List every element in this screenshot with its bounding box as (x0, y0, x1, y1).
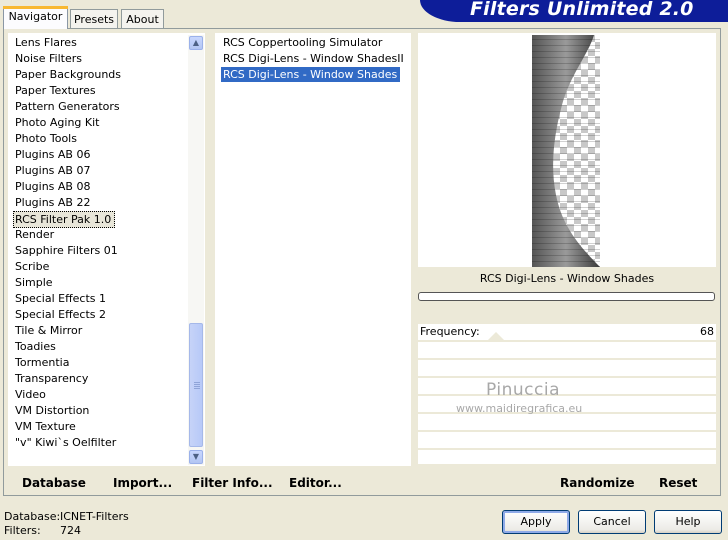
category-item[interactable]: Plugins AB 08 (15, 179, 90, 194)
tab-presets-label: Presets (73, 13, 115, 26)
param-row-frequency[interactable]: Frequency: 68 (418, 324, 716, 342)
grip-line (194, 382, 200, 383)
param-row-empty (418, 414, 716, 432)
help-button[interactable]: Help (654, 510, 722, 534)
watermark-name: Pinuccia (486, 380, 560, 400)
scroll-down-button[interactable]: ▼ (189, 450, 203, 464)
param-label: Frequency: (420, 325, 480, 338)
param-row-empty (418, 450, 716, 466)
filter-list[interactable] (215, 33, 411, 466)
apply-button[interactable]: Apply (502, 510, 570, 534)
category-item[interactable]: Tile & Mirror (15, 323, 82, 338)
category-item[interactable]: Special Effects 2 (15, 307, 106, 322)
randomize-button[interactable]: Randomize (560, 475, 634, 491)
progress-bar (418, 292, 715, 301)
category-item[interactable]: Lens Flares (15, 35, 77, 50)
category-item[interactable]: Noise Filters (15, 51, 82, 66)
chevron-up-icon: ▲ (192, 38, 200, 47)
category-item[interactable]: Photo Aging Kit (15, 115, 99, 130)
watermark-url: www.maidiregrafica.eu (456, 402, 583, 415)
category-item[interactable]: Plugins AB 07 (15, 163, 90, 178)
category-item[interactable]: Simple (15, 275, 53, 290)
category-item[interactable]: Photo Tools (15, 131, 77, 146)
category-item[interactable]: RCS Filter Pak 1.0 (13, 211, 116, 228)
tab-about-label: About (126, 13, 159, 26)
scroll-up-button[interactable]: ▲ (189, 36, 203, 50)
category-item[interactable]: Tormentia (15, 355, 69, 370)
filter-item[interactable]: RCS Digi-Lens - Window Shades (221, 67, 401, 82)
status-database-label: Database: (4, 510, 61, 523)
grip-line (194, 386, 200, 387)
param-row-empty (418, 432, 716, 450)
category-item[interactable]: Plugins AB 22 (15, 195, 90, 210)
preview-image-graphic (532, 35, 600, 267)
cancel-button[interactable]: Cancel (578, 510, 646, 534)
category-item[interactable]: Special Effects 1 (15, 291, 106, 306)
slider-thumb[interactable] (488, 332, 504, 340)
grip-line (194, 384, 200, 385)
category-item[interactable]: Scribe (15, 259, 49, 274)
reset-button[interactable]: Reset (659, 475, 697, 491)
category-item[interactable]: Pattern Generators (15, 99, 120, 114)
preview-filter-name: RCS Digi-Lens - Window Shades (479, 272, 655, 285)
category-item[interactable]: Toadies (15, 339, 56, 354)
tab-about[interactable]: About (121, 9, 164, 28)
status-database-value: ICNET-Filters (60, 510, 129, 523)
category-item[interactable]: Sapphire Filters 01 (15, 243, 118, 258)
filter-item[interactable]: RCS Coppertooling Simulator (221, 35, 385, 50)
import-button[interactable]: Import... (113, 475, 172, 491)
category-item[interactable]: "v" Kiwi`s Oelfilter (15, 435, 116, 450)
category-item[interactable]: VM Distortion (15, 403, 89, 418)
app-title: Filters Unlimited 2.0 (470, 0, 694, 20)
status-filters-label: Filters: (4, 524, 41, 537)
tab-navigator[interactable]: Navigator (3, 6, 68, 29)
chevron-down-icon: ▼ (192, 452, 200, 461)
category-item[interactable]: Paper Textures (15, 83, 96, 98)
filter-info-button[interactable]: Filter Info... (192, 475, 273, 491)
filter-item[interactable]: RCS Digi-Lens - Window ShadesII (221, 51, 407, 66)
scroll-thumb[interactable] (189, 323, 203, 447)
category-item[interactable]: Render (15, 227, 54, 242)
param-row-empty (418, 342, 716, 360)
param-value: 68 (700, 325, 714, 338)
param-row-empty (418, 378, 716, 396)
editor-button[interactable]: Editor... (289, 475, 342, 491)
preview-image (532, 35, 600, 267)
category-item[interactable]: Plugins AB 06 (15, 147, 90, 162)
tab-navigator-label: Navigator (8, 10, 63, 23)
category-scrollbar[interactable]: ▲ ▼ (188, 35, 204, 465)
category-item[interactable]: Video (15, 387, 46, 402)
category-item[interactable]: VM Texture (15, 419, 76, 434)
database-button[interactable]: Database (22, 475, 86, 491)
category-item[interactable]: Transparency (15, 371, 88, 386)
status-filters-value: 724 (60, 524, 81, 537)
grip-line (194, 388, 200, 389)
category-item[interactable]: Paper Backgrounds (15, 67, 121, 82)
tab-presets[interactable]: Presets (70, 9, 118, 28)
param-row-empty (418, 360, 716, 378)
